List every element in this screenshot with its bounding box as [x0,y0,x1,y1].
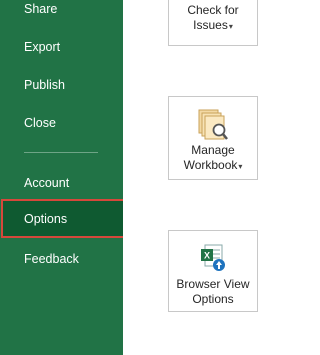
sidebar-item-label: Close [24,116,56,130]
manage-workbook-icon [198,109,228,140]
sidebar-item-export[interactable]: Export [0,29,123,65]
sidebar-item-share[interactable]: Share [0,0,123,27]
chevron-down-icon: ▾ [228,22,233,31]
sidebar-item-feedback[interactable]: Feedback [0,241,123,277]
sidebar-item-label: Account [24,176,70,190]
tile-label-line1: Browser View [176,277,250,291]
sidebar-item-label: Export [24,40,61,54]
tile-label-line1: Check for [187,3,239,17]
chevron-down-icon: ▾ [238,162,243,171]
browser-view-icon: X [201,244,225,271]
backstage-sidebar: Share Export Publish Close Account Optio… [0,0,125,355]
sidebar-item-close[interactable]: Close [0,105,123,141]
sidebar-item-account[interactable]: Account [0,165,123,201]
tile-label-line2: Options [192,292,234,306]
manage-workbook-button[interactable]: Manage Workbook▾ [168,96,258,180]
sidebar-item-options[interactable]: Options [1,199,125,238]
tile-label-line2: Issues [193,18,228,32]
sidebar-item-label: Publish [24,78,65,92]
tile-label-line2: Workbook [183,158,238,172]
sidebar-item-publish[interactable]: Publish [0,67,123,103]
browser-view-options-button[interactable]: X Browser View Options [168,230,258,312]
tile-label-line1: Manage [191,143,235,157]
backstage-main: Check for Issues▾ Manage Workbook▾ X Bro… [123,0,258,355]
check-for-issues-button[interactable]: Check for Issues▾ [168,0,258,46]
sidebar-item-label: Feedback [24,252,79,266]
sidebar-item-label: Share [24,2,58,16]
svg-text:X: X [204,251,210,261]
sidebar-item-label: Options [24,211,68,226]
sidebar-divider [24,152,98,153]
